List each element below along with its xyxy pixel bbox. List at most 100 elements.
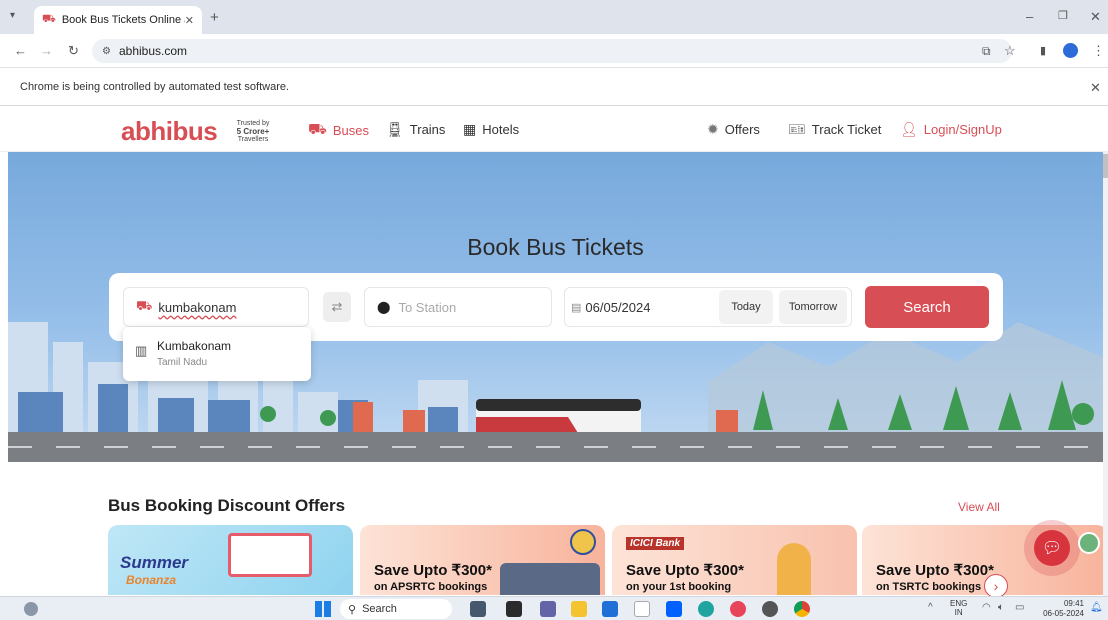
site-info-icon[interactable]: ⚙ xyxy=(102,46,111,57)
infobar-text: Chrome is being controlled by automated … xyxy=(20,80,290,93)
site-logo[interactable]: abhibus xyxy=(121,116,218,147)
offer-card-icici[interactable]: ICICI Bank Save Upto ₹300* on your 1st b… xyxy=(612,525,857,595)
os-taskbar: ⚲ Search ^ ENG IN ◠ 🔈︎ ▭ 09:41 06-05-202… xyxy=(0,596,1108,620)
chrome-icon[interactable] xyxy=(794,601,810,617)
battery-icon[interactable]: ▭ xyxy=(1015,602,1024,613)
suggestion-item[interactable]: ▥ Kumbakonam Tamil Nadu xyxy=(123,327,311,381)
reload-icon[interactable]: ↻ xyxy=(68,43,79,59)
taskbar-search[interactable]: ⚲ Search xyxy=(340,599,452,619)
language-indicator[interactable]: ENG IN xyxy=(950,599,967,617)
hotel-icon: ▦ xyxy=(463,121,477,137)
nav-track-ticket[interactable]: 🎫︎ Track Ticket xyxy=(788,121,881,138)
trusted-badge: Trusted by 5 Crore+ Travellers xyxy=(220,116,286,144)
nav-buses[interactable]: ⛟ Buses xyxy=(308,121,369,140)
trusted-line-3: Travellers xyxy=(237,136,269,143)
dropbox-icon[interactable] xyxy=(666,601,682,617)
offer-icici-title: Save Upto ₹300* xyxy=(626,562,744,579)
offer-card-apsrtc[interactable]: Save Upto ₹300* on APSRTC bookings xyxy=(360,525,605,595)
file-explorer-icon[interactable] xyxy=(571,601,587,617)
to-station-input: To Station xyxy=(398,299,457,315)
url-field[interactable]: ⚙ abhibus.com xyxy=(92,39,1012,63)
opera-icon[interactable] xyxy=(730,601,746,617)
url-text: abhibus.com xyxy=(118,44,188,58)
offer-icici-subtitle: on your 1st booking xyxy=(626,581,732,593)
nav-buses-label: Buses xyxy=(332,123,370,138)
offer-apsrtc-subtitle: on APSRTC bookings xyxy=(374,581,488,593)
photos-app-icon[interactable] xyxy=(470,601,486,617)
city-building-icon: ▥ xyxy=(135,343,148,358)
to-station-field[interactable]: ⬤ To Station xyxy=(364,287,552,327)
widgets-icon[interactable] xyxy=(24,602,38,616)
clock[interactable]: 09:41 06-05-2024 xyxy=(1036,599,1084,619)
nav-hotels[interactable]: ▦ Hotels xyxy=(463,121,519,138)
taskview-icon[interactable] xyxy=(506,601,522,617)
suggestion-state: Tamil Nadu xyxy=(157,357,208,368)
from-station-value: kumbakonam xyxy=(158,299,237,315)
road-markings xyxy=(8,446,1103,448)
close-tab-icon[interactable]: ✕ xyxy=(185,14,194,27)
notification-bell-icon[interactable]: 🔔︎ xyxy=(1090,602,1103,613)
nav-hotels-label: Hotels xyxy=(482,122,520,137)
sidepanel-icon[interactable]: ▮ xyxy=(1040,44,1046,57)
offer-tsrtc-subtitle: on TSRTC bookings xyxy=(876,581,982,593)
tab-title: Book Bus Tickets Online at Low xyxy=(61,14,185,26)
forward-icon[interactable]: → xyxy=(40,43,53,58)
bus-favicon-icon: ⛟ xyxy=(42,13,56,25)
windows-start-icon[interactable] xyxy=(315,601,331,617)
from-station-field[interactable]: ⛟ kumbakonam xyxy=(123,287,309,327)
new-tab-icon[interactable]: + xyxy=(210,9,219,26)
bonanza-text: Bonanza xyxy=(126,573,177,587)
offer-tsrtc-title: Save Upto ₹300* xyxy=(876,562,994,579)
offers-icon: ✹ xyxy=(707,121,719,137)
suggestion-city: Kumbakonam xyxy=(157,339,232,353)
minimize-icon[interactable]: – xyxy=(1026,9,1033,24)
store-icon[interactable] xyxy=(602,601,618,617)
ticket-icon: 🎫︎ xyxy=(788,121,806,137)
nav-trains[interactable]: 🚆︎ Trains xyxy=(386,121,445,138)
person-illustration xyxy=(777,543,811,595)
chat-button[interactable]: 💬︎ xyxy=(1034,530,1070,566)
restore-icon[interactable]: ❐ xyxy=(1058,9,1068,22)
install-app-icon[interactable]: ⧉ xyxy=(982,44,991,59)
nav-login-label: Login/SignUp xyxy=(923,122,1002,137)
nav-login[interactable]: 👤︎ Login/SignUp xyxy=(900,121,1002,138)
bus-icon: ⛟ xyxy=(136,298,153,313)
bookmark-star-icon[interactable]: ☆ xyxy=(1004,43,1016,59)
volume-icon[interactable]: 🔈︎ xyxy=(998,602,1004,613)
today-button[interactable]: Today xyxy=(719,290,773,324)
offer-card-summer[interactable]: Summer Bonanza xyxy=(108,525,353,595)
amazon-icon[interactable] xyxy=(634,601,650,617)
edge-icon[interactable] xyxy=(698,601,714,617)
train-icon: 🚆︎ xyxy=(386,121,404,137)
teams-icon[interactable] xyxy=(540,601,556,617)
ecosystem-badge-icon[interactable] xyxy=(1078,532,1100,554)
location-pin-icon: ⬤ xyxy=(377,300,391,314)
menu-kebab-icon[interactable]: ⋮ xyxy=(1092,43,1105,59)
tab-search-icon[interactable]: ▾ xyxy=(10,10,15,21)
tomorrow-button[interactable]: Tomorrow xyxy=(779,290,847,324)
hero-title: Book Bus Tickets xyxy=(467,234,644,260)
tray-overflow-icon[interactable]: ^ xyxy=(928,602,933,613)
page-scrollbar[interactable] xyxy=(1103,152,1108,596)
search-button[interactable]: Search xyxy=(865,286,989,328)
clock-time: 09:41 xyxy=(1063,599,1084,608)
browser-tab[interactable]: ⛟ Book Bus Tickets Online at Low ✕ xyxy=(34,6,202,34)
carousel-next-button[interactable]: › xyxy=(984,574,1008,598)
close-window-icon[interactable]: ✕ xyxy=(1090,9,1101,25)
close-infobar-icon[interactable]: ✕ xyxy=(1090,80,1101,96)
trusted-line-2: 5 Crore+ xyxy=(236,127,270,136)
settings-app-icon[interactable] xyxy=(762,601,778,617)
city-suggestion-dropdown: ▥ Kumbakonam Tamil Nadu xyxy=(123,327,311,381)
site-header: abhibus Trusted by 5 Crore+ Travellers ⛟… xyxy=(0,106,1108,152)
offers-heading: Bus Booking Discount Offers xyxy=(108,496,346,515)
view-all-link[interactable]: View All xyxy=(958,500,1000,514)
nav-track-label: Track Ticket xyxy=(811,122,882,137)
wifi-icon[interactable]: ◠ xyxy=(982,602,991,613)
scrollbar-thumb[interactable] xyxy=(1103,154,1108,178)
back-icon[interactable]: ← xyxy=(14,43,27,58)
nav-offers[interactable]: ✹ Offers xyxy=(707,121,760,138)
summer-text: Summer xyxy=(120,553,189,572)
swap-button[interactable]: ⇄ xyxy=(323,292,351,322)
profile-avatar[interactable] xyxy=(1063,43,1078,58)
address-bar-row: ← → ↻ ⚙ abhibus.com ⧉ ☆ ▮ ⋮ xyxy=(0,34,1108,68)
